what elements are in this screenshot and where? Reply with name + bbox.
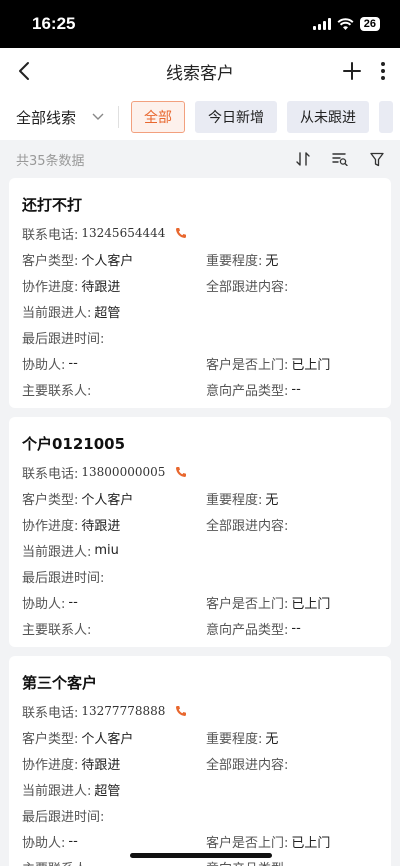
- status-icons: 26: [312, 17, 380, 31]
- last-follow-time-label: 最后跟进时间:: [22, 809, 105, 825]
- current-follower-value: 超管: [94, 783, 121, 799]
- assistant-value: --: [68, 594, 78, 610]
- nav-bar: 线索客户: [0, 48, 400, 94]
- product-type-value: --: [291, 381, 301, 397]
- all-follow-label: 全部跟进内容:: [206, 757, 289, 773]
- home-indicator: [130, 853, 272, 858]
- battery-icon: 26: [359, 17, 380, 31]
- filter-bar: 全部线索 全部 今日新增 从未跟进: [0, 94, 400, 140]
- visited-label: 客户是否上门:: [206, 596, 289, 612]
- chip-never-followed[interactable]: 从未跟进: [287, 101, 370, 133]
- customer-type-value: 个人客户: [81, 253, 134, 269]
- main-contact-label: 主要联系人:: [22, 383, 92, 399]
- customer-type-label: 客户类型:: [22, 731, 79, 747]
- status-bar: 16:25 26: [0, 0, 400, 48]
- all-follow-label: 全部跟进内容:: [206, 279, 289, 295]
- customer-type-value: 个人客户: [81, 731, 134, 747]
- filter-divider: [118, 106, 120, 128]
- all-follow-label: 全部跟进内容:: [206, 518, 289, 534]
- importance-label: 重要程度:: [206, 492, 263, 508]
- phone-value: 13277778888: [81, 704, 166, 718]
- back-icon[interactable]: [14, 60, 36, 82]
- visited-label: 客户是否上门:: [206, 357, 289, 373]
- progress-value: 待跟进: [81, 279, 121, 295]
- list-search-icon[interactable]: [332, 152, 348, 166]
- assistant-label: 协助人:: [22, 357, 66, 373]
- customer-card[interactable]: 还打不打 联系电话: 13245654444 客户类型: 个人客户 重要程度: 无 …: [9, 178, 391, 408]
- importance-value: 无: [265, 731, 279, 747]
- current-follower-label: 当前跟进人:: [22, 544, 92, 560]
- customer-name: 第三个客户: [22, 673, 98, 692]
- wifi-icon: [337, 17, 354, 30]
- last-follow-time-label: 最后跟进时间:: [22, 570, 105, 586]
- phone-label: 联系电话:: [22, 466, 79, 482]
- status-time: 16:25: [32, 14, 76, 33]
- current-follower-value: miu: [94, 542, 119, 558]
- last-follow-time-label: 最后跟进时间:: [22, 331, 105, 347]
- progress-label: 协作进度:: [22, 518, 79, 534]
- customer-type-label: 客户类型:: [22, 492, 79, 508]
- product-type-label: 意向产品类型:: [206, 383, 289, 399]
- progress-label: 协作进度:: [22, 757, 79, 773]
- customer-name: 个户0121005: [22, 434, 126, 453]
- phone-label: 联系电话:: [22, 227, 79, 243]
- phone-icon[interactable]: [175, 227, 187, 239]
- visited-value: 已上门: [291, 835, 331, 851]
- phone-value: 13800000005: [81, 465, 166, 479]
- current-follower-value: 超管: [94, 305, 121, 321]
- customer-type-value: 个人客户: [81, 492, 134, 508]
- customer-type-label: 客户类型:: [22, 253, 79, 269]
- chip-more[interactable]: [379, 101, 394, 133]
- phone-icon[interactable]: [175, 466, 187, 478]
- product-type-label: 意向产品类型:: [206, 622, 289, 638]
- progress-value: 待跟进: [81, 757, 121, 773]
- page-title: 线索客户: [166, 63, 234, 84]
- add-icon[interactable]: [342, 61, 362, 81]
- customer-name: 还打不打: [22, 195, 83, 214]
- chip-today-new[interactable]: 今日新增: [195, 101, 278, 133]
- importance-value: 无: [265, 253, 279, 269]
- record-count: 共35条数据: [16, 153, 85, 169]
- customer-card[interactable]: 个户0121005 联系电话: 13800000005 客户类型: 个人客户 重要…: [9, 417, 391, 647]
- assistant-value: --: [68, 355, 78, 371]
- visited-value: 已上门: [291, 357, 331, 373]
- importance-value: 无: [265, 492, 279, 508]
- visited-label: 客户是否上门:: [206, 835, 289, 851]
- lead-scope-dropdown[interactable]: 全部线索: [16, 107, 104, 128]
- assistant-label: 协助人:: [22, 835, 66, 851]
- chip-all[interactable]: 全部: [131, 101, 186, 133]
- assistant-label: 协助人:: [22, 596, 66, 612]
- progress-value: 待跟进: [81, 518, 121, 534]
- dropdown-label: 全部线索: [16, 108, 77, 127]
- sort-icon[interactable]: [296, 151, 310, 167]
- customer-list: 还打不打 联系电话: 13245654444 客户类型: 个人客户 重要程度: 无 …: [0, 178, 400, 866]
- signal-icon: [312, 18, 331, 30]
- assistant-value: --: [68, 833, 78, 849]
- customer-card[interactable]: 第三个客户 联系电话: 13277778888 客户类型: 个人客户 重要程度: 无…: [9, 656, 391, 866]
- phone-label: 联系电话:: [22, 705, 79, 721]
- product-type-label: 意向产品类型:: [206, 858, 288, 866]
- progress-label: 协作进度:: [22, 279, 79, 295]
- importance-label: 重要程度:: [206, 253, 263, 269]
- product-type-value: --: [291, 620, 301, 636]
- filter-icon[interactable]: [370, 152, 384, 167]
- visited-value: 已上门: [291, 596, 331, 612]
- importance-label: 重要程度:: [206, 731, 263, 747]
- main-contact-label: 主要联系人:: [22, 622, 92, 638]
- phone-value: 13245654444: [81, 226, 166, 240]
- current-follower-label: 当前跟进人:: [22, 305, 92, 321]
- summary-row: 共35条数据: [0, 140, 400, 178]
- more-icon[interactable]: [380, 61, 386, 81]
- chevron-down-icon: [92, 113, 104, 120]
- phone-icon[interactable]: [175, 705, 187, 717]
- main-contact-label: 主要联系人:: [22, 858, 91, 866]
- current-follower-label: 当前跟进人:: [22, 783, 92, 799]
